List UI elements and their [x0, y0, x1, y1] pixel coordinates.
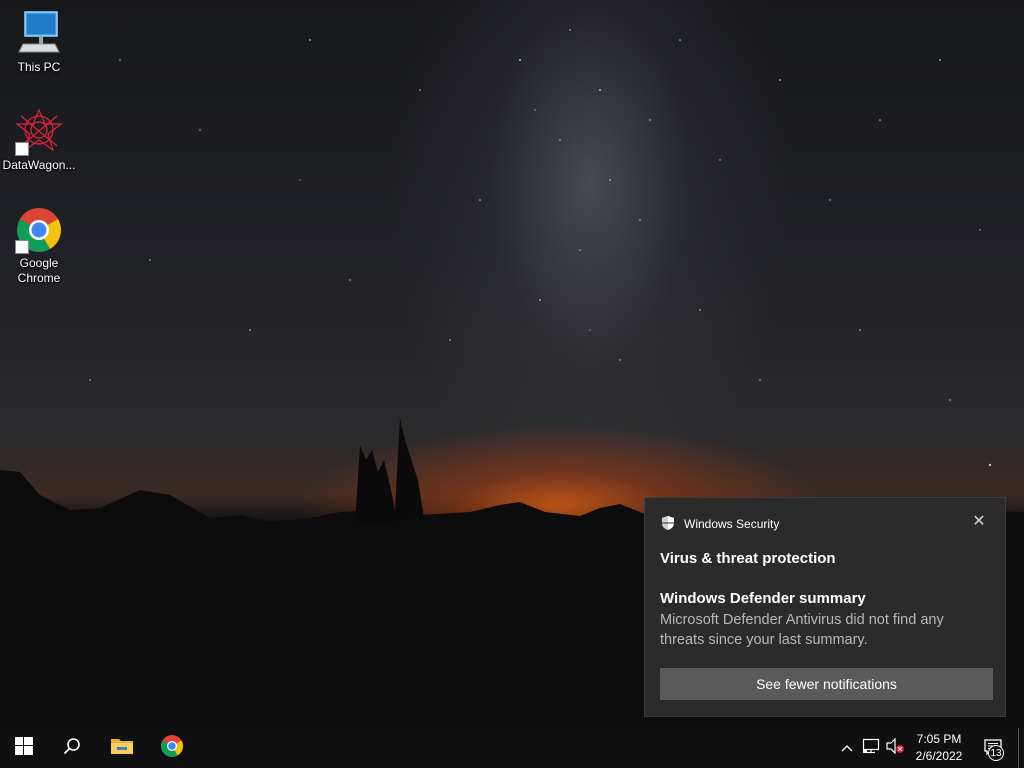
show-desktop-button[interactable]: [1018, 728, 1024, 768]
notification-body: Microsoft Defender Antivirus did not fin…: [660, 612, 944, 648]
clock-time: 7:05 PM: [916, 732, 962, 746]
clock-date: 2/6/2022: [915, 749, 963, 763]
action-center-button[interactable]: 13: [976, 728, 1016, 768]
chevron-up-icon: [841, 739, 853, 757]
desktop-icon-label: This PC: [17, 60, 61, 74]
close-icon[interactable]: ✕: [971, 514, 987, 530]
notification-count-badge: 13: [988, 745, 1004, 761]
desktop-icon-label: DataWagon...: [2, 158, 76, 172]
chrome-icon: [160, 734, 184, 763]
desktop-icon-label: Google Chrome: [17, 256, 61, 285]
desktop-icon-google-chrome[interactable]: Google Chrome: [1, 206, 77, 286]
desktop-icon-this-pc[interactable]: This PC: [1, 10, 77, 75]
notification-app-header: Windows Security: [660, 515, 780, 534]
chrome-taskbar-button[interactable]: [148, 728, 196, 768]
search-icon: [63, 737, 81, 760]
file-explorer-button[interactable]: [98, 728, 146, 768]
chrome-icon: [15, 206, 63, 254]
shortcut-arrow-icon: [15, 142, 29, 156]
network-button[interactable]: [860, 728, 882, 768]
notification-headline: Virus & threat protection: [660, 550, 836, 567]
taskbar: 7:05 PM 2/6/2022 13: [0, 728, 1024, 768]
see-fewer-notifications-button[interactable]: See fewer notifications: [660, 668, 993, 700]
datawagon-icon: [15, 108, 63, 156]
show-hidden-icons-button[interactable]: [836, 728, 858, 768]
volume-button[interactable]: [884, 728, 906, 768]
shield-icon: [660, 515, 676, 534]
search-button[interactable]: [48, 728, 96, 768]
shortcut-arrow-icon: [15, 240, 29, 254]
start-icon: [15, 736, 33, 760]
start-button[interactable]: [0, 728, 48, 768]
desktop-icon-datawagon[interactable]: DataWagon...: [1, 108, 77, 173]
notification-app-name: Windows Security: [684, 517, 780, 531]
taskbar-clock[interactable]: 7:05 PM 2/6/2022: [906, 731, 972, 765]
file-explorer-icon: [110, 736, 134, 761]
network-icon: [862, 738, 880, 759]
computer-icon: [15, 10, 63, 58]
desktop: This PC DataWagon... Google Chrome Windo…: [0, 0, 1024, 728]
volume-muted-icon: [885, 737, 905, 759]
notification-subtitle: Windows Defender summary: [660, 590, 866, 607]
notification-toast[interactable]: Windows Security ✕ Virus & threat protec…: [644, 497, 1006, 717]
